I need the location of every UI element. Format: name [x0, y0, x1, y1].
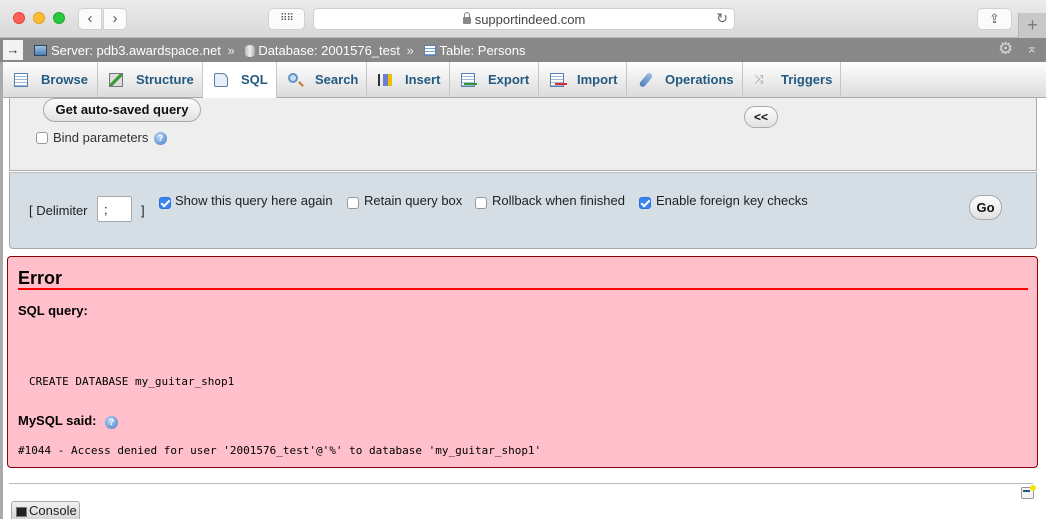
tab-import[interactable]: Import: [539, 62, 627, 97]
query-options-panel: [ Delimiter ] Show this query here again…: [9, 172, 1037, 249]
breadcrumb-server-link[interactable]: Server: pdb3.awardspace.net: [51, 43, 221, 58]
share-icon: ⇪: [989, 11, 1000, 26]
gear-icon[interactable]: ⚙: [998, 39, 1013, 59]
triggers-icon: ⤨: [754, 72, 764, 86]
terminal-icon: [16, 507, 27, 517]
failed-sql-query: CREATE DATABASE my_guitar_shop1: [29, 375, 235, 388]
mysql-said-label: MySQL said:: [18, 413, 97, 428]
bind-parameters-checkbox[interactable]: [36, 132, 48, 144]
retain-query-box-label[interactable]: Retain query box: [364, 193, 462, 208]
minimize-window-button[interactable]: [33, 12, 45, 24]
sql-query-label: SQL query:: [18, 303, 88, 318]
console-label: Console: [29, 503, 77, 518]
get-autosaved-query-button[interactable]: Get auto-saved query: [43, 98, 201, 122]
grid-icon: ⠿⠿: [280, 13, 294, 24]
rollback-label[interactable]: Rollback when finished: [492, 193, 625, 208]
database-icon: [245, 44, 256, 57]
main-tabs: Browse Structure SQL Search Insert Expor…: [3, 62, 1046, 98]
open-new-window-icon[interactable]: [1021, 485, 1036, 499]
tab-triggers[interactable]: ⤨ Triggers: [743, 62, 841, 97]
browser-toolbar: ‹ › ⠿⠿ supportindeed.com ↻ ⇪ +: [0, 0, 1046, 38]
navigation-toggle-button[interactable]: →: [3, 40, 23, 60]
new-tab-button[interactable]: +: [1018, 13, 1046, 38]
url-text: supportindeed.com: [474, 12, 586, 27]
tab-overview-button[interactable]: ⠿⠿: [268, 8, 305, 30]
tab-label: Operations: [665, 72, 734, 87]
browse-icon: [14, 73, 28, 87]
table-icon: [424, 45, 437, 57]
breadcrumb-table-link[interactable]: Table: Persons: [439, 43, 525, 58]
structure-icon: [109, 73, 123, 87]
insert-icon: [378, 74, 392, 86]
sql-query-panel: Get auto-saved query << Bind parameters …: [9, 98, 1037, 171]
breadcrumb-separator: »: [406, 43, 414, 59]
reload-icon[interactable]: ↻: [716, 10, 728, 27]
tab-label: Structure: [136, 72, 194, 87]
help-icon[interactable]: ?: [105, 416, 118, 429]
tab-label: Browse: [41, 72, 88, 87]
tab-structure[interactable]: Structure: [98, 62, 203, 97]
arrow-right-icon: →: [6, 42, 20, 57]
show-query-again-label[interactable]: Show this query here again: [175, 193, 333, 208]
tab-operations[interactable]: Operations: [627, 62, 743, 97]
tab-browse[interactable]: Browse: [3, 62, 98, 97]
rollback-checkbox[interactable]: [475, 197, 487, 209]
show-query-again-checkbox[interactable]: [159, 197, 171, 209]
export-icon: [461, 73, 477, 87]
bind-parameters-label[interactable]: Bind parameters: [53, 130, 148, 145]
breadcrumb: → Server: pdb3.awardspace.net » Database…: [0, 38, 1046, 62]
tab-label: Insert: [405, 72, 441, 87]
console-toggle[interactable]: Console: [11, 501, 80, 519]
collapse-top-icon[interactable]: ⌅: [1026, 40, 1038, 57]
share-button[interactable]: ⇪: [977, 8, 1012, 30]
import-icon: [550, 73, 567, 87]
server-icon: [34, 45, 47, 57]
breadcrumb-database-link[interactable]: Database: 2001576_test: [258, 43, 400, 58]
tab-label: Import: [577, 72, 618, 87]
foreign-key-checks-checkbox[interactable]: [639, 197, 651, 209]
error-message-box: Error SQL query: CREATE DATABASE my_guit…: [7, 256, 1038, 468]
zoom-window-button[interactable]: [53, 12, 65, 24]
breadcrumb-separator: »: [227, 43, 235, 59]
retain-query-box-checkbox[interactable]: [347, 197, 359, 209]
chevron-right-icon: ›: [112, 10, 118, 27]
delimiter-label: [ Delimiter: [29, 203, 88, 218]
help-icon[interactable]: ?: [154, 132, 167, 145]
address-bar[interactable]: supportindeed.com ↻: [313, 8, 735, 30]
chevron-left-icon: ‹: [87, 10, 93, 27]
tab-label: Search: [315, 72, 359, 87]
sql-icon: [214, 73, 228, 87]
error-title: Error: [18, 268, 63, 288]
tab-export[interactable]: Export: [450, 62, 539, 97]
collapse-columns-button[interactable]: <<: [744, 106, 778, 128]
divider: [9, 483, 1033, 484]
tab-insert[interactable]: Insert: [367, 62, 450, 97]
error-divider: [18, 288, 1028, 290]
go-button[interactable]: Go: [969, 195, 1002, 220]
mysql-error-message: #1044 - Access denied for user '2001576_…: [18, 444, 542, 457]
tab-label: Export: [488, 72, 530, 87]
tab-label: SQL: [241, 72, 268, 87]
tab-label: Triggers: [781, 72, 833, 87]
delimiter-close-bracket: ]: [141, 203, 145, 218]
lock-icon: [462, 12, 471, 24]
tab-search[interactable]: Search: [277, 62, 367, 97]
tab-sql[interactable]: SQL: [203, 62, 277, 98]
mysql-said-text: MySQL said:: [18, 413, 97, 428]
back-button[interactable]: ‹: [78, 8, 102, 30]
close-window-button[interactable]: [13, 12, 25, 24]
delimiter-input[interactable]: [97, 196, 132, 222]
search-icon: [288, 73, 298, 83]
plus-icon: +: [1027, 15, 1038, 35]
forward-button[interactable]: ›: [103, 8, 127, 30]
main-content: Get auto-saved query << Bind parameters …: [3, 98, 1046, 519]
wrench-icon: [638, 71, 654, 89]
foreign-key-checks-label[interactable]: Enable foreign key checks: [656, 193, 808, 208]
